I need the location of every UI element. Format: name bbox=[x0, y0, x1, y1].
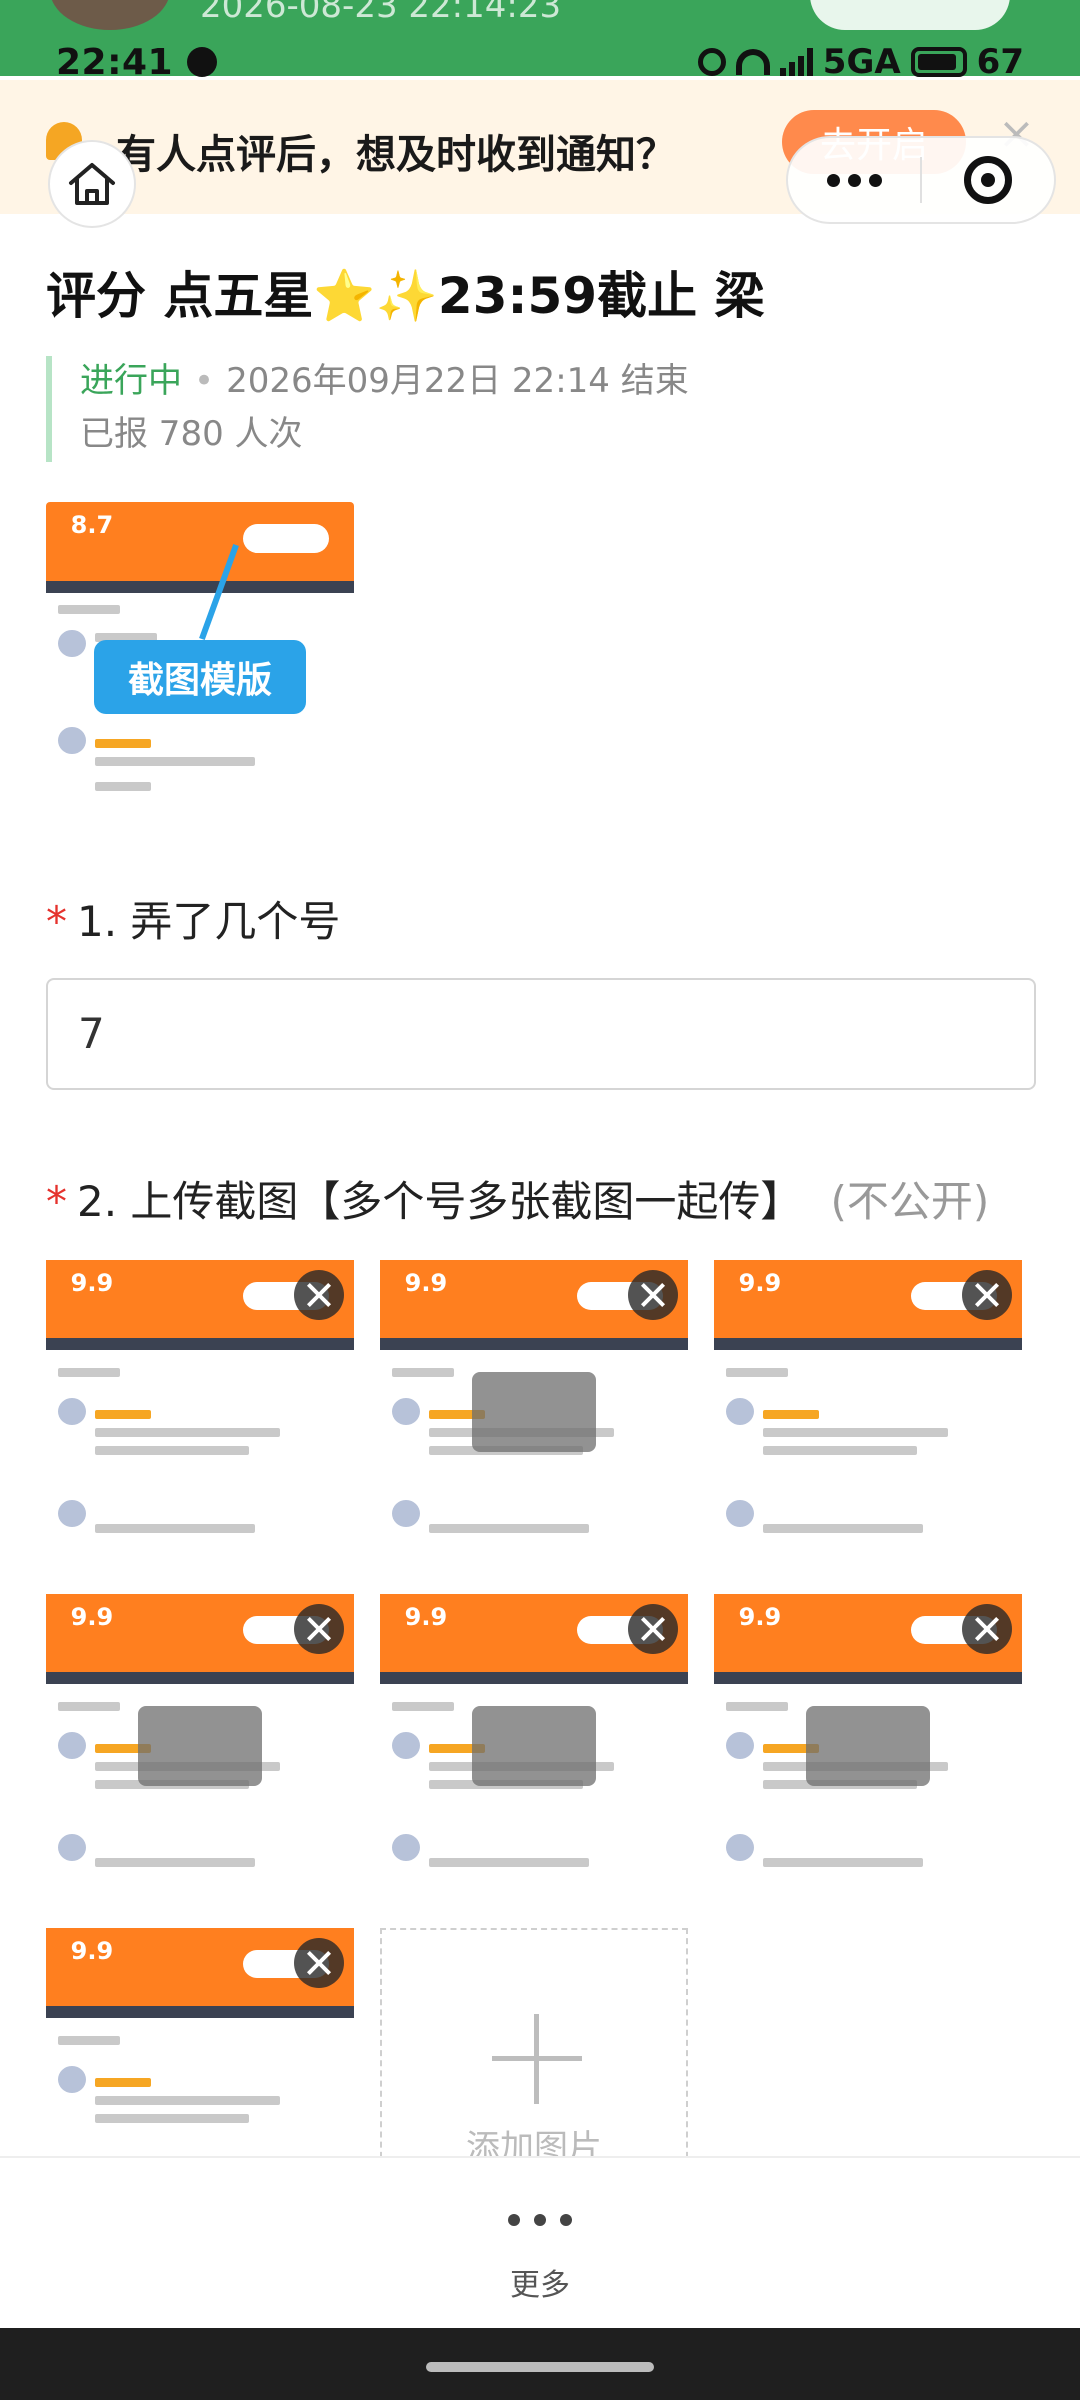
gesture-bar bbox=[0, 2328, 1080, 2400]
separator-dot: • bbox=[194, 361, 215, 401]
question-2-label: * 2. 上传截图【多个号多张截图一起传】 (不公开) bbox=[46, 1177, 990, 1226]
wifi-icon bbox=[735, 49, 770, 75]
uploaded-image[interactable]: 9.9 bbox=[380, 1260, 688, 1560]
delete-icon[interactable] bbox=[628, 1604, 678, 1654]
sample-screenshot-image[interactable]: 8.7 截图模版 bbox=[46, 502, 354, 806]
delete-icon[interactable] bbox=[628, 1270, 678, 1320]
upload-success-toast bbox=[138, 1706, 262, 1786]
upload-success-toast bbox=[472, 1372, 596, 1452]
more-dots-icon[interactable] bbox=[788, 138, 920, 222]
battery-icon bbox=[910, 47, 967, 77]
status-badge: 进行中 bbox=[80, 361, 182, 401]
sample-banner: 截图模版 bbox=[94, 640, 306, 714]
uploaded-image[interactable]: 9.9 bbox=[714, 1260, 1022, 1560]
app-notification-icon bbox=[187, 47, 218, 77]
question-1-input[interactable]: 7 bbox=[46, 978, 1036, 1090]
network-type: 5GA bbox=[822, 42, 901, 82]
status-right: 5GA 67 bbox=[697, 42, 1024, 82]
home-icon bbox=[69, 163, 115, 205]
required-mark: * bbox=[46, 897, 67, 946]
delete-icon[interactable] bbox=[294, 1938, 344, 1988]
header-action-button[interactable] bbox=[810, 0, 1010, 30]
uploaded-image[interactable]: 9.9 bbox=[46, 1260, 354, 1560]
user-avatar bbox=[50, 0, 170, 30]
upload-success-toast bbox=[472, 1706, 596, 1786]
signal-icon bbox=[779, 48, 813, 76]
end-time: 2026年09月22日 22:14 结束 bbox=[226, 361, 689, 401]
home-indicator[interactable] bbox=[426, 2362, 654, 2372]
status-bar: 22:41 5GA 67 bbox=[0, 40, 1080, 84]
signup-count: 已报 780 人次 bbox=[80, 414, 303, 454]
required-mark: * bbox=[46, 1177, 67, 1226]
privacy-note: (不公开) bbox=[830, 1177, 990, 1226]
mini-program-capsule bbox=[786, 136, 1056, 224]
uploaded-image[interactable]: 9.9 bbox=[46, 1594, 354, 1894]
question-1-label: * 1. 弄了几个号 bbox=[46, 897, 341, 946]
page-title: 评分 点五星⭐✨23:59截止 梁 bbox=[46, 267, 765, 325]
alarm-icon bbox=[697, 48, 726, 76]
add-image-button[interactable]: 添加图片 bbox=[380, 1928, 688, 2168]
status-row: 进行中 • 2026年09月22日 22:14 结束 bbox=[80, 356, 846, 406]
more-dots-icon bbox=[0, 2214, 1080, 2226]
home-button[interactable] bbox=[48, 140, 136, 228]
delete-icon[interactable] bbox=[294, 1604, 344, 1654]
bottom-bar[interactable]: 更多 bbox=[0, 2156, 1080, 2328]
delete-icon[interactable] bbox=[962, 1270, 1012, 1320]
delete-icon[interactable] bbox=[294, 1270, 344, 1320]
header-timestamp: 2026-08-23 22:14:23 bbox=[200, 0, 562, 26]
post-meta: 进行中 • 2026年09月22日 22:14 结束 已报 780 人次 bbox=[46, 356, 846, 462]
more-button-label: 更多 bbox=[510, 2268, 570, 2303]
target-icon[interactable] bbox=[922, 138, 1054, 222]
status-time: 22:41 bbox=[56, 41, 174, 83]
uploaded-image[interactable]: 9.9 bbox=[380, 1594, 688, 1894]
uploaded-image[interactable]: 9.9 bbox=[46, 1928, 354, 2158]
uploaded-image[interactable]: 9.9 bbox=[714, 1594, 1022, 1894]
notification-text: 有人点评后，想及时收到通知？ bbox=[116, 132, 676, 178]
page: 2026-08-23 22:14:23 22:41 5GA 67 有人点评后，想… bbox=[0, 0, 1080, 2400]
delete-icon[interactable] bbox=[962, 1604, 1012, 1654]
upload-success-toast bbox=[806, 1706, 930, 1786]
battery-level: 67 bbox=[976, 42, 1024, 82]
